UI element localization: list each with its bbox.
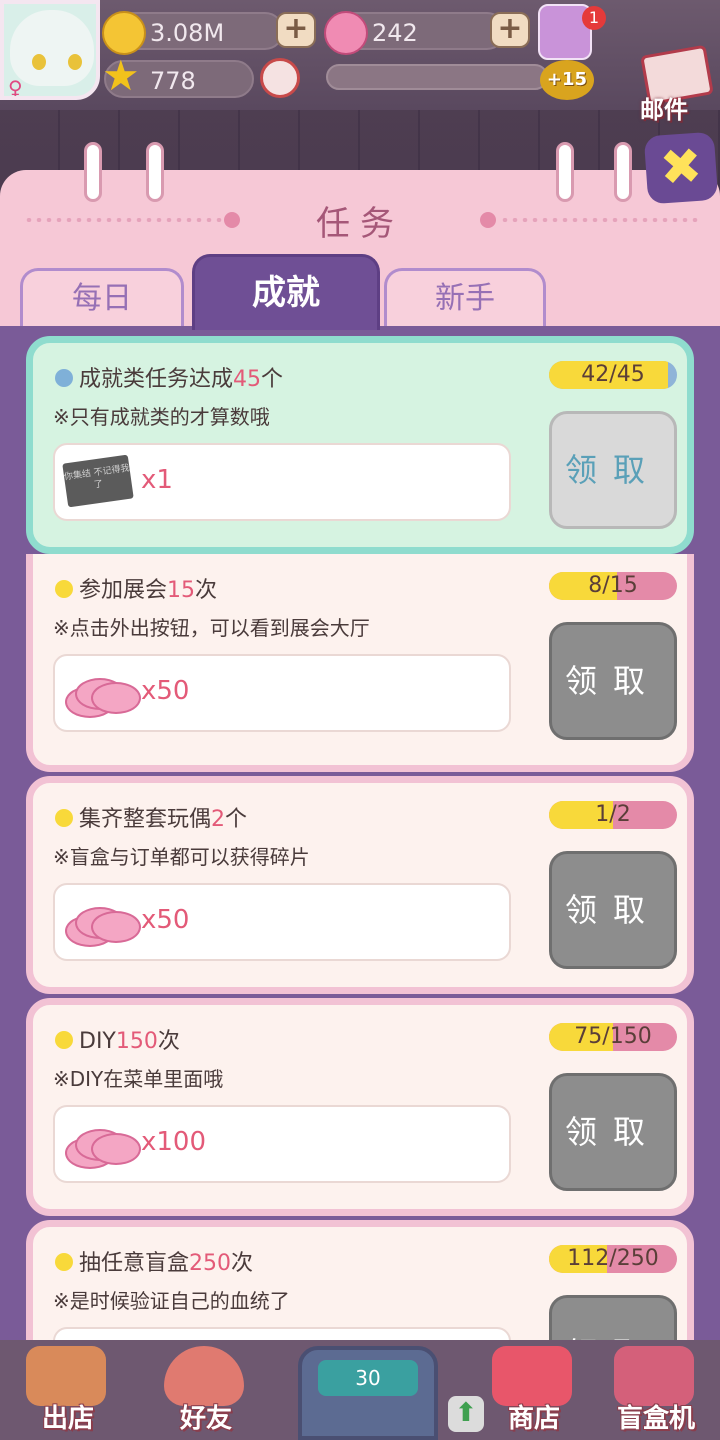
reward-quantity: x1 — [141, 465, 173, 495]
nav-go-out[interactable]: 出店 — [8, 1346, 128, 1440]
task-bullet — [55, 369, 73, 387]
upgrade-arrow-icon[interactable]: ⬆ — [448, 1396, 484, 1432]
reward-quantity: x50 — [141, 905, 190, 935]
gold-value: 3.08M — [150, 19, 225, 47]
title-dot — [480, 212, 496, 228]
task-tip: ※盲盒与订单都可以获得碎片 — [53, 845, 310, 869]
task-progress-bar: 42/45 — [549, 361, 677, 389]
crown-coins-icon — [65, 901, 141, 947]
tab-newbie[interactable]: 新手 — [384, 268, 546, 328]
task-card: 成就类任务达成45个 ※只有成就类的才算数哦 42/45 你集结 不记得我了 x… — [26, 336, 694, 554]
player-avatar[interactable]: ♀ — [0, 0, 100, 100]
task-tip: ※是时候验证自己的血统了 — [53, 1289, 290, 1313]
shop-icon — [492, 1346, 572, 1406]
task-bullet — [55, 809, 73, 827]
claim-button[interactable]: 领取 — [549, 622, 677, 740]
nav-friends[interactable]: 好友 — [146, 1346, 266, 1440]
notification-badge: 1 — [582, 6, 606, 30]
broom-icon[interactable] — [260, 58, 300, 98]
task-progress-bar: 8/15 — [549, 572, 677, 600]
mail-label: 邮件 — [640, 96, 688, 124]
task-reward: x50 — [53, 654, 511, 732]
map-icon — [26, 1346, 106, 1406]
task-reward: x100 — [53, 1105, 511, 1183]
nav-label: 盲盒机 — [616, 1404, 695, 1434]
tab-daily[interactable]: 每日 — [20, 268, 184, 328]
task-title: 集齐整套玩偶2个 — [79, 807, 248, 832]
star-icon: ★ — [102, 51, 140, 100]
task-tip: ※只有成就类的才算数哦 — [53, 405, 270, 429]
reward-quantity: x100 — [141, 1127, 207, 1157]
gold-coin-icon — [102, 11, 146, 55]
center-device-button[interactable]: 30 — [298, 1346, 438, 1440]
gacha-machine-icon — [614, 1346, 694, 1406]
task-title: 参加展会15次 — [79, 578, 218, 603]
task-tip: ※点击外出按钮，可以看到展会大厅 — [53, 616, 370, 640]
task-reward: 你集结 不记得我了 x1 — [53, 443, 511, 521]
avatar-hair — [10, 10, 94, 86]
task-reward — [53, 1327, 511, 1340]
gem-value: 242 — [372, 19, 418, 47]
reward-quantity: x50 — [141, 676, 190, 706]
add-gem-button[interactable]: + — [490, 12, 530, 48]
avatar-eye — [32, 54, 46, 70]
level-bonus-badge: +15 — [540, 60, 594, 100]
task-card: 集齐整套玩偶2个 ※盲盒与订单都可以获得碎片 1/2 x50 领取 — [26, 776, 694, 994]
heart-icon — [164, 1346, 244, 1406]
nav-blind-box-machine[interactable]: 盲盒机 — [596, 1346, 716, 1440]
add-gold-button[interactable]: + — [276, 12, 316, 48]
panel-ring — [84, 142, 102, 202]
task-bullet — [55, 1031, 73, 1049]
task-bullet — [55, 580, 73, 598]
crown-coins-icon — [65, 672, 141, 718]
panel-ring — [146, 142, 164, 202]
task-progress-bar: 75/150 — [549, 1023, 677, 1051]
photo-card-icon: 你集结 不记得我了 — [62, 454, 134, 508]
claim-button[interactable]: 领取 — [549, 411, 677, 529]
task-progress-bar: 112/250 — [549, 1245, 677, 1273]
panel-ring — [614, 142, 632, 202]
claim-button[interactable]: 领取 — [549, 1073, 677, 1191]
task-tip: ※DIY在菜单里面哦 — [53, 1067, 224, 1091]
claim-button[interactable]: 领取 — [549, 851, 677, 969]
task-card: 参加展会15次 ※点击外出按钮，可以看到展会大厅 8/15 x50 领取 — [26, 554, 694, 772]
nav-label: 商店 — [507, 1404, 560, 1434]
tab-achievement[interactable]: 成就 — [192, 254, 380, 330]
panel-ring — [556, 142, 574, 202]
task-reward: x50 — [53, 883, 511, 961]
task-card: DIY150次 ※DIY在菜单里面哦 75/150 x100 领取 — [26, 998, 694, 1216]
female-icon: ♀ — [8, 76, 23, 100]
task-progress-bar: 1/2 — [549, 801, 677, 829]
avatar-eye — [68, 54, 82, 70]
experience-bar — [326, 64, 548, 90]
crown-coin-icon — [324, 11, 368, 55]
device-screen-value: 30 — [318, 1360, 418, 1396]
task-bullet — [55, 1253, 73, 1271]
nav-label: 出店 — [41, 1404, 94, 1434]
task-title: DIY150次 — [79, 1029, 180, 1054]
close-button[interactable]: ✖ — [643, 131, 719, 205]
title-divider-right — [500, 218, 700, 222]
task-title: 成就类任务达成45个 — [79, 367, 284, 392]
mail-button[interactable]: 邮件 — [636, 44, 714, 124]
nav-label: 好友 — [179, 1404, 232, 1434]
task-list[interactable]: 成就类任务达成45个 ※只有成就类的才算数哦 42/45 你集结 不记得我了 x… — [0, 326, 720, 1340]
task-title: 抽任意盲盒250次 — [79, 1251, 254, 1276]
star-value: 778 — [150, 67, 196, 95]
nav-shop[interactable]: 商店 — [474, 1346, 594, 1440]
task-card: 抽任意盲盒250次 ※是时候验证自己的血统了 112/250 领取 — [26, 1220, 694, 1340]
crown-coins-icon — [65, 1123, 141, 1169]
claim-button[interactable]: 领取 — [549, 1295, 677, 1340]
